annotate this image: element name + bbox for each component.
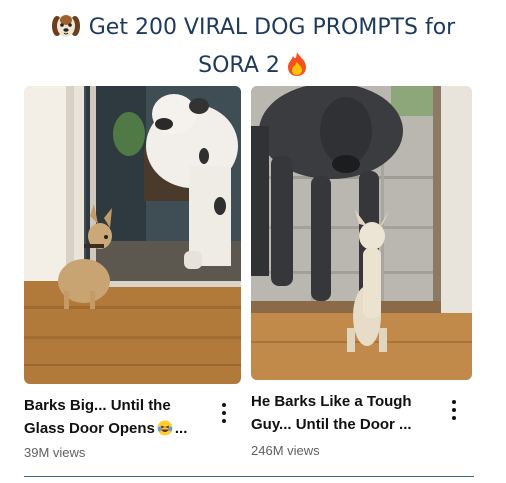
page: Get 200 VIRAL DOG PROMPTS for SORA 2 Bar… xyxy=(0,0,506,483)
headline-line-1: Get 200 VIRAL DOG PROMPTS for xyxy=(0,12,506,50)
headline-text-1: Get 200 VIRAL DOG PROMPTS for xyxy=(88,15,456,40)
video-title-1-line-1: Barks Big... Until the xyxy=(24,397,171,414)
video-views-2: 246M views xyxy=(251,443,320,458)
video-thumbnail-2[interactable] xyxy=(251,86,472,380)
laughing-face-icon xyxy=(157,420,173,443)
thumbnail-image-2 xyxy=(251,86,472,380)
video-views-1: 39M views xyxy=(24,445,86,460)
fire-icon xyxy=(286,51,308,87)
video-title-1-ellipsis: ... xyxy=(174,420,188,437)
more-vertical-icon[interactable] xyxy=(217,402,231,424)
video-title-2-line-1: He Barks Like a Tough xyxy=(251,393,412,410)
dog-face-icon xyxy=(51,12,81,50)
video-title-1-line-2: Glass Door Opens... xyxy=(24,417,214,443)
video-title-2[interactable]: He Barks Like a Tough Guy... Until the D… xyxy=(251,390,441,436)
video-card-2[interactable]: He Barks Like a Tough Guy... Until the D… xyxy=(251,86,472,458)
promo-headline: Get 200 VIRAL DOG PROMPTS for SORA 2 xyxy=(0,12,506,87)
video-title-1[interactable]: Barks Big... Until the Glass Door Opens.… xyxy=(24,394,214,443)
video-title-2-line-2: Guy... Until the Door ... xyxy=(251,416,412,433)
video-title-1-line-2-text: Glass Door Opens xyxy=(24,420,155,437)
divider xyxy=(24,476,474,477)
video-card-1[interactable]: Barks Big... Until the Glass Door Opens.… xyxy=(24,86,241,460)
thumbnail-image-1 xyxy=(24,86,241,384)
headline-text-2: SORA 2 xyxy=(198,53,280,78)
headline-line-2: SORA 2 xyxy=(0,50,506,87)
more-vertical-icon[interactable] xyxy=(447,399,461,421)
video-thumbnail-1[interactable] xyxy=(24,86,241,384)
